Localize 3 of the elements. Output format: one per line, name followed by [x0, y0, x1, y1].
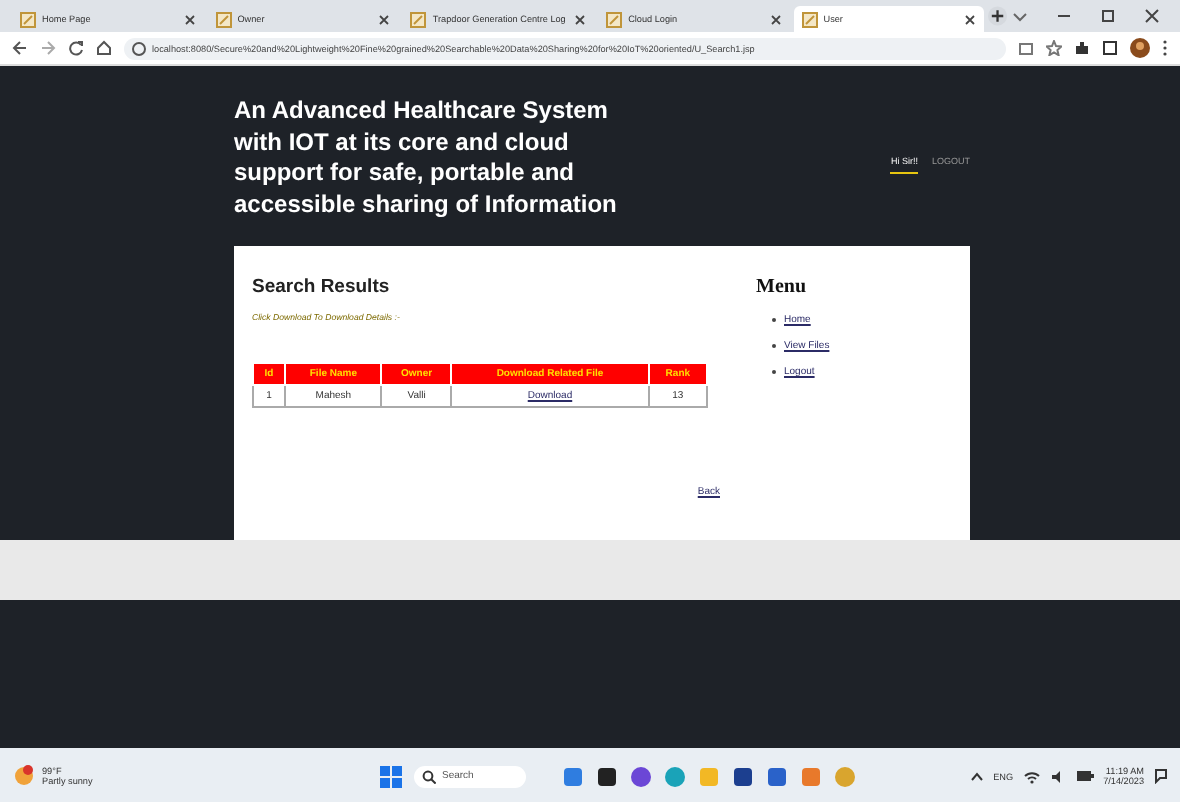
section-heading: Search Results [252, 276, 392, 298]
menu-heading: Menu [756, 276, 808, 298]
site-title: An Advanced Healthcare System with IOT at its core and cloud support for safe, portable and accessible sharing of Information [234, 96, 619, 220]
